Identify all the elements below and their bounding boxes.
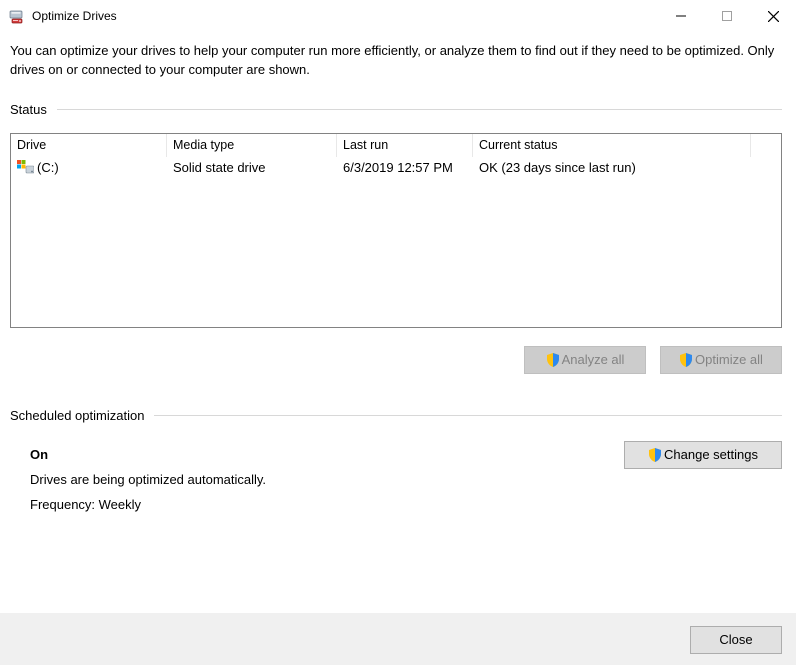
app-icon: [9, 8, 25, 24]
titlebar: Optimize Drives: [0, 0, 796, 32]
change-settings-label: Change settings: [664, 447, 758, 462]
intro-text: You can optimize your drives to help you…: [10, 42, 782, 80]
analyze-button: Analyze all: [524, 346, 646, 374]
analyze-label: Analyze all: [562, 352, 625, 367]
close-dialog-button[interactable]: Close: [690, 626, 782, 654]
drives-header: Drive Media type Last run Current status: [11, 134, 781, 157]
status-section-label: Status: [10, 102, 782, 117]
drive-status: OK (23 days since last run): [473, 160, 781, 175]
scheduled-state: On: [30, 447, 266, 462]
maximize-button: [704, 0, 750, 32]
section-rule: [57, 109, 782, 110]
col-header-drive[interactable]: Drive: [11, 134, 167, 157]
scheduled-freq: Frequency: Weekly: [30, 497, 266, 512]
shield-icon: [679, 353, 693, 367]
change-settings-button[interactable]: Change settings: [624, 441, 782, 469]
optimize-label: Optimize all: [695, 352, 763, 367]
drive-row[interactable]: (C:) Solid state drive 6/3/2019 12:57 PM…: [11, 157, 781, 178]
scheduled-section-label: Scheduled optimization: [10, 408, 782, 423]
col-header-last[interactable]: Last run: [337, 134, 473, 157]
col-header-media[interactable]: Media type: [167, 134, 337, 157]
section-rule: [154, 415, 782, 416]
close-button[interactable]: [750, 0, 796, 32]
drive-media: Solid state drive: [167, 160, 337, 175]
status-label-text: Status: [10, 102, 47, 117]
drives-listview[interactable]: Drive Media type Last run Current status…: [10, 133, 782, 328]
shield-icon: [648, 448, 662, 462]
window-title: Optimize Drives: [32, 9, 117, 23]
col-header-status[interactable]: Current status: [473, 134, 751, 157]
minimize-button[interactable]: [658, 0, 704, 32]
optimize-button: Optimize all: [660, 346, 782, 374]
col-header-end: [751, 134, 781, 157]
scheduled-label-text: Scheduled optimization: [10, 408, 144, 423]
footer: Close: [0, 613, 796, 665]
drive-name: (C:): [37, 160, 59, 175]
drive-last: 6/3/2019 12:57 PM: [337, 160, 473, 175]
os-drive-icon: [17, 160, 34, 175]
scheduled-desc: Drives are being optimized automatically…: [30, 472, 266, 487]
close-label: Close: [719, 632, 752, 647]
shield-icon: [546, 353, 560, 367]
